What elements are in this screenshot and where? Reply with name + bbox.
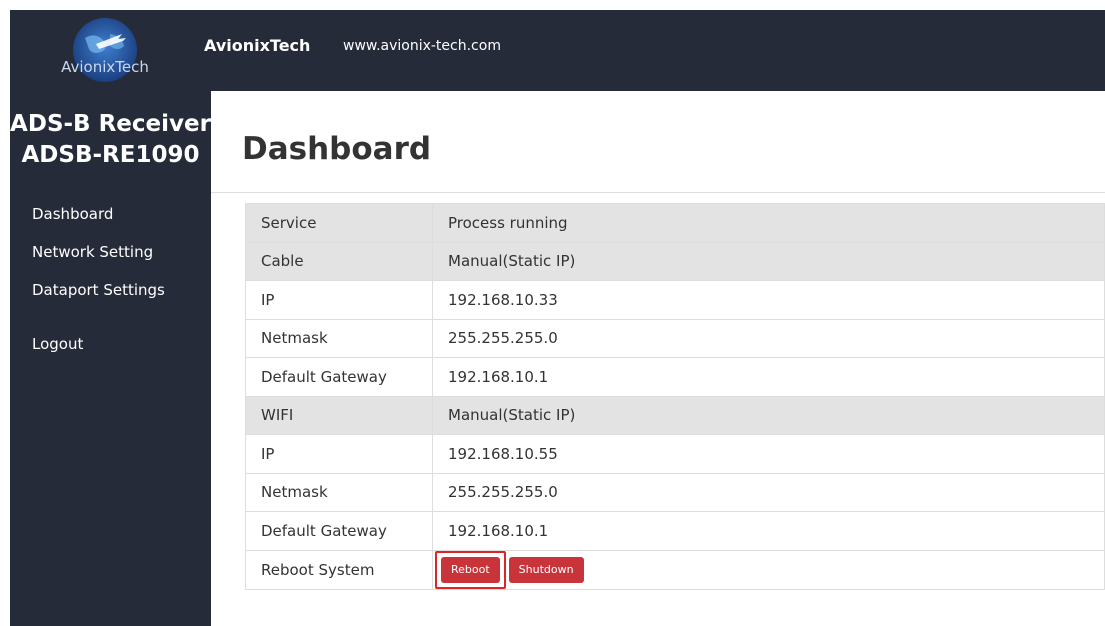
table-row: Default Gateway 192.168.10.1 <box>245 511 1105 551</box>
row-actions: Reboot Shutdown <box>432 549 1105 590</box>
table-row: IP 192.168.10.33 <box>245 280 1105 320</box>
product-title: ADS-B Receiver ADSB-RE1090 <box>10 109 211 171</box>
row-value: Manual(Static IP) <box>432 395 1105 435</box>
sidebar: ADS-B Receiver ADSB-RE1090 Dashboard Net… <box>10 91 211 626</box>
svg-text:AvionixTech: AvionixTech <box>61 58 149 76</box>
table-row: IP 192.168.10.55 <box>245 434 1105 474</box>
row-value: 192.168.10.55 <box>432 434 1105 474</box>
row-value: Manual(Static IP) <box>432 241 1105 281</box>
status-table: Service Process running Cable Manual(Sta… <box>245 203 1105 590</box>
shutdown-button[interactable]: Shutdown <box>508 556 584 583</box>
row-key: Netmask <box>245 318 433 358</box>
row-key: Cable <box>245 241 433 281</box>
sidebar-item-network-setting[interactable]: Network Setting <box>32 242 207 280</box>
sidebar-item-dataport-settings[interactable]: Dataport Settings <box>32 280 207 318</box>
table-row: Default Gateway 192.168.10.1 <box>245 357 1105 397</box>
top-bar: AvionixTech AvionixTech www.avionix-tech… <box>10 10 1105 91</box>
row-key: Reboot System <box>245 549 433 590</box>
row-value: 255.255.255.0 <box>432 318 1105 358</box>
table-row: Netmask 255.255.255.0 <box>245 318 1105 358</box>
table-row-wifi: WIFI Manual(Static IP) <box>245 395 1105 435</box>
table-row-reboot-system: Reboot System Reboot Shutdown <box>245 549 1105 590</box>
row-key: Service <box>245 203 433 243</box>
product-name: ADS-B Receiver <box>10 111 211 137</box>
product-model: ADSB-RE1090 <box>21 142 200 168</box>
row-key: Default Gateway <box>245 357 433 397</box>
table-row-service: Service Process running <box>245 203 1105 243</box>
sidebar-item-logout[interactable]: Logout <box>32 334 207 372</box>
row-value: Process running <box>432 203 1105 243</box>
row-key: Netmask <box>245 472 433 512</box>
row-value: 192.168.10.33 <box>432 280 1105 320</box>
title-divider <box>211 192 1105 193</box>
main-content: Dashboard Service Process running Cable … <box>211 91 1105 626</box>
row-value: 192.168.10.1 <box>432 511 1105 551</box>
table-row-cable: Cable Manual(Static IP) <box>245 241 1105 281</box>
reboot-highlight-box: Reboot <box>435 550 506 589</box>
reboot-button[interactable]: Reboot <box>441 556 500 583</box>
table-row: Netmask 255.255.255.0 <box>245 472 1105 512</box>
sidebar-item-dashboard[interactable]: Dashboard <box>32 204 207 242</box>
website-link[interactable]: www.avionix-tech.com <box>343 38 501 54</box>
row-key: IP <box>245 434 433 474</box>
brand-name: AvionixTech <box>204 36 311 55</box>
row-key: Default Gateway <box>245 511 433 551</box>
row-key: WIFI <box>245 395 433 435</box>
app-frame: AvionixTech AvionixTech www.avionix-tech… <box>10 10 1105 626</box>
row-value: 192.168.10.1 <box>432 357 1105 397</box>
row-value: 255.255.255.0 <box>432 472 1105 512</box>
sidebar-nav: Dashboard Network Setting Dataport Setti… <box>32 204 207 372</box>
avionixtech-logo: AvionixTech <box>61 18 149 82</box>
row-key: IP <box>245 280 433 320</box>
page-title: Dashboard <box>242 131 432 167</box>
